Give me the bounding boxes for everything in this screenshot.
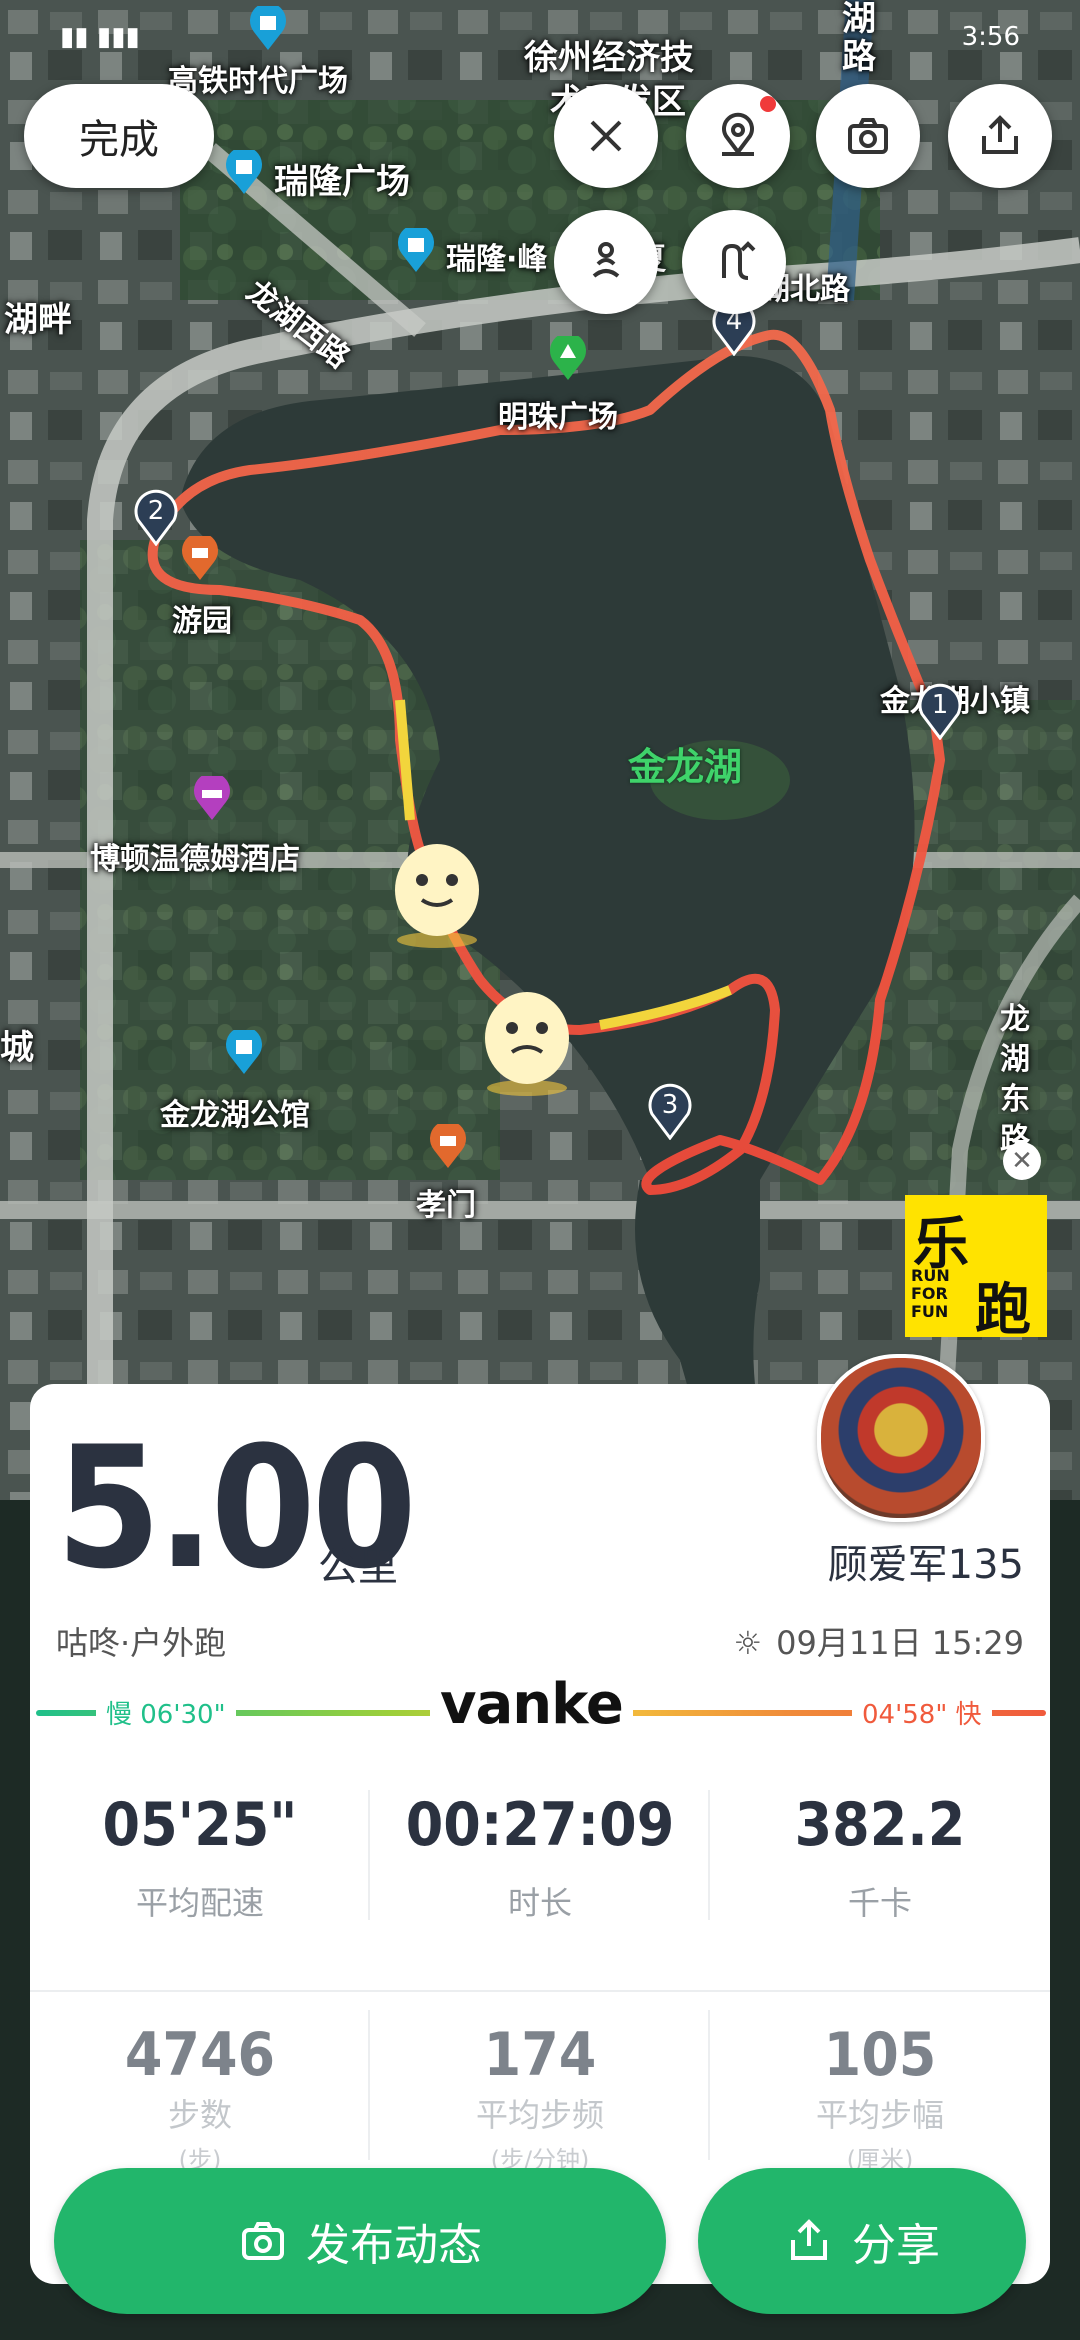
divider — [30, 1990, 1050, 1992]
map-label-ruilong-plaza: 瑞隆广场 — [274, 162, 410, 202]
poi-scenic-icon — [182, 536, 218, 580]
map-label-youyuan: 游园 — [172, 604, 232, 639]
route-marker-3[interactable]: 3 — [646, 1080, 694, 1141]
divider — [368, 2010, 370, 2160]
poi-building-icon — [226, 150, 262, 194]
route-marker-1[interactable]: 1 — [916, 680, 964, 741]
avatar[interactable] — [817, 1354, 985, 1522]
map-label-longhu-east: 龙湖东路 — [1000, 1002, 1030, 1157]
status-time: 3:56 — [961, 22, 1020, 52]
share-button[interactable]: 分享 — [698, 2168, 1026, 2314]
meditate-figure-icon — [592, 242, 620, 278]
mascot-end-icon — [485, 992, 569, 1096]
stat-stride-label: 平均步幅 — [815, 2096, 944, 2134]
activity-datetime: ☼ 09月11日 15:29 — [733, 1624, 1024, 1662]
poi-building-icon — [398, 228, 434, 272]
close-button[interactable] — [554, 84, 658, 188]
stat-avg-pace-value: 05'25" — [102, 1790, 298, 1860]
close-icon — [590, 120, 622, 152]
poi-hotel-icon — [194, 776, 230, 820]
run-for-fun-logo: 乐 RUN FOR FUN 跑 — [905, 1195, 1047, 1343]
share-label: 分享 — [852, 2220, 940, 2271]
share-top-button[interactable] — [948, 84, 1052, 188]
stat-stride-value: 105 — [823, 2020, 937, 2090]
stat-duration-value: 00:27:09 — [405, 1790, 675, 1860]
poi-building-icon — [226, 1030, 262, 1074]
share-icon — [982, 115, 1018, 154]
divider — [708, 1790, 710, 1920]
stat-steps-value: 4746 — [124, 2020, 276, 2090]
close-logo-icon[interactable]: ✕ — [1003, 1142, 1041, 1180]
route-swap-button[interactable] — [682, 210, 786, 314]
sun-icon: ☼ — [733, 1624, 763, 1662]
map-label-xiaomen: 孝门 — [416, 1188, 476, 1223]
stat-calories-label: 千卡 — [847, 1884, 912, 1922]
stat-steps-label: 步数 — [167, 2096, 232, 2134]
stat-duration-label: 时长 — [507, 1884, 572, 1922]
map-label-hupan: 湖畔 — [4, 300, 72, 340]
map-label-lake: 金龙湖 — [628, 745, 743, 789]
post-update-label: 发布动态 — [306, 2220, 482, 2271]
activity-source: 咕咚·户外跑 — [56, 1624, 227, 1662]
pace-fast-label: 04'58" 快 — [852, 1694, 992, 1731]
camera-icon — [848, 118, 888, 154]
map-label-jinlonghu-mansion: 金龙湖公馆 — [160, 1098, 310, 1133]
map-label-mingzhu: 明珠广场 — [498, 400, 618, 435]
camera-icon — [242, 2222, 284, 2260]
divider — [708, 2010, 710, 2160]
divider — [368, 1790, 370, 1920]
stat-cadence-label: 平均步频 — [475, 2096, 604, 2134]
route-marker-2[interactable]: 2 — [132, 486, 180, 547]
map-label-boton-hotel: 博顿温德姆酒店 — [90, 842, 300, 877]
stat-calories-value: 382.2 — [794, 1790, 966, 1860]
poi-building-icon — [250, 6, 286, 50]
meditate-button[interactable] — [554, 210, 658, 314]
share-icon — [791, 2219, 827, 2260]
notification-dot — [760, 96, 776, 112]
poi-park-icon — [550, 336, 586, 380]
signal-icon: ▮▮ ▮▮▮ — [60, 22, 140, 52]
username[interactable]: 顾爱军135 — [828, 1532, 1024, 1590]
map-label-ruilong-tower: 瑞隆·峰 — [446, 242, 548, 277]
stat-avg-pace-label: 平均配速 — [135, 1884, 264, 1922]
location-button[interactable] — [686, 84, 790, 188]
poi-scenic-icon — [430, 1124, 466, 1168]
map-label-cheng: 城 — [0, 1028, 34, 1068]
distance-unit: 公里 — [318, 1544, 398, 1590]
location-pin-icon — [722, 112, 754, 156]
brand-logo: vanke — [430, 1672, 633, 1737]
post-update-button[interactable]: 发布动态 — [54, 2168, 666, 2314]
pace-slow-label: 慢 06'30" — [96, 1694, 236, 1731]
done-button[interactable]: 完成 — [24, 84, 214, 188]
map-label-hu-road: 湖路 — [842, 0, 876, 77]
camera-button[interactable] — [816, 84, 920, 188]
mascot-start-icon — [395, 844, 479, 948]
map-label-gaotie: 高铁时代广场 — [168, 64, 348, 99]
stat-cadence-value: 174 — [483, 2020, 597, 2090]
map-label-econ-dev: 徐州经济技 — [524, 38, 694, 78]
route-swap-icon — [722, 241, 756, 280]
